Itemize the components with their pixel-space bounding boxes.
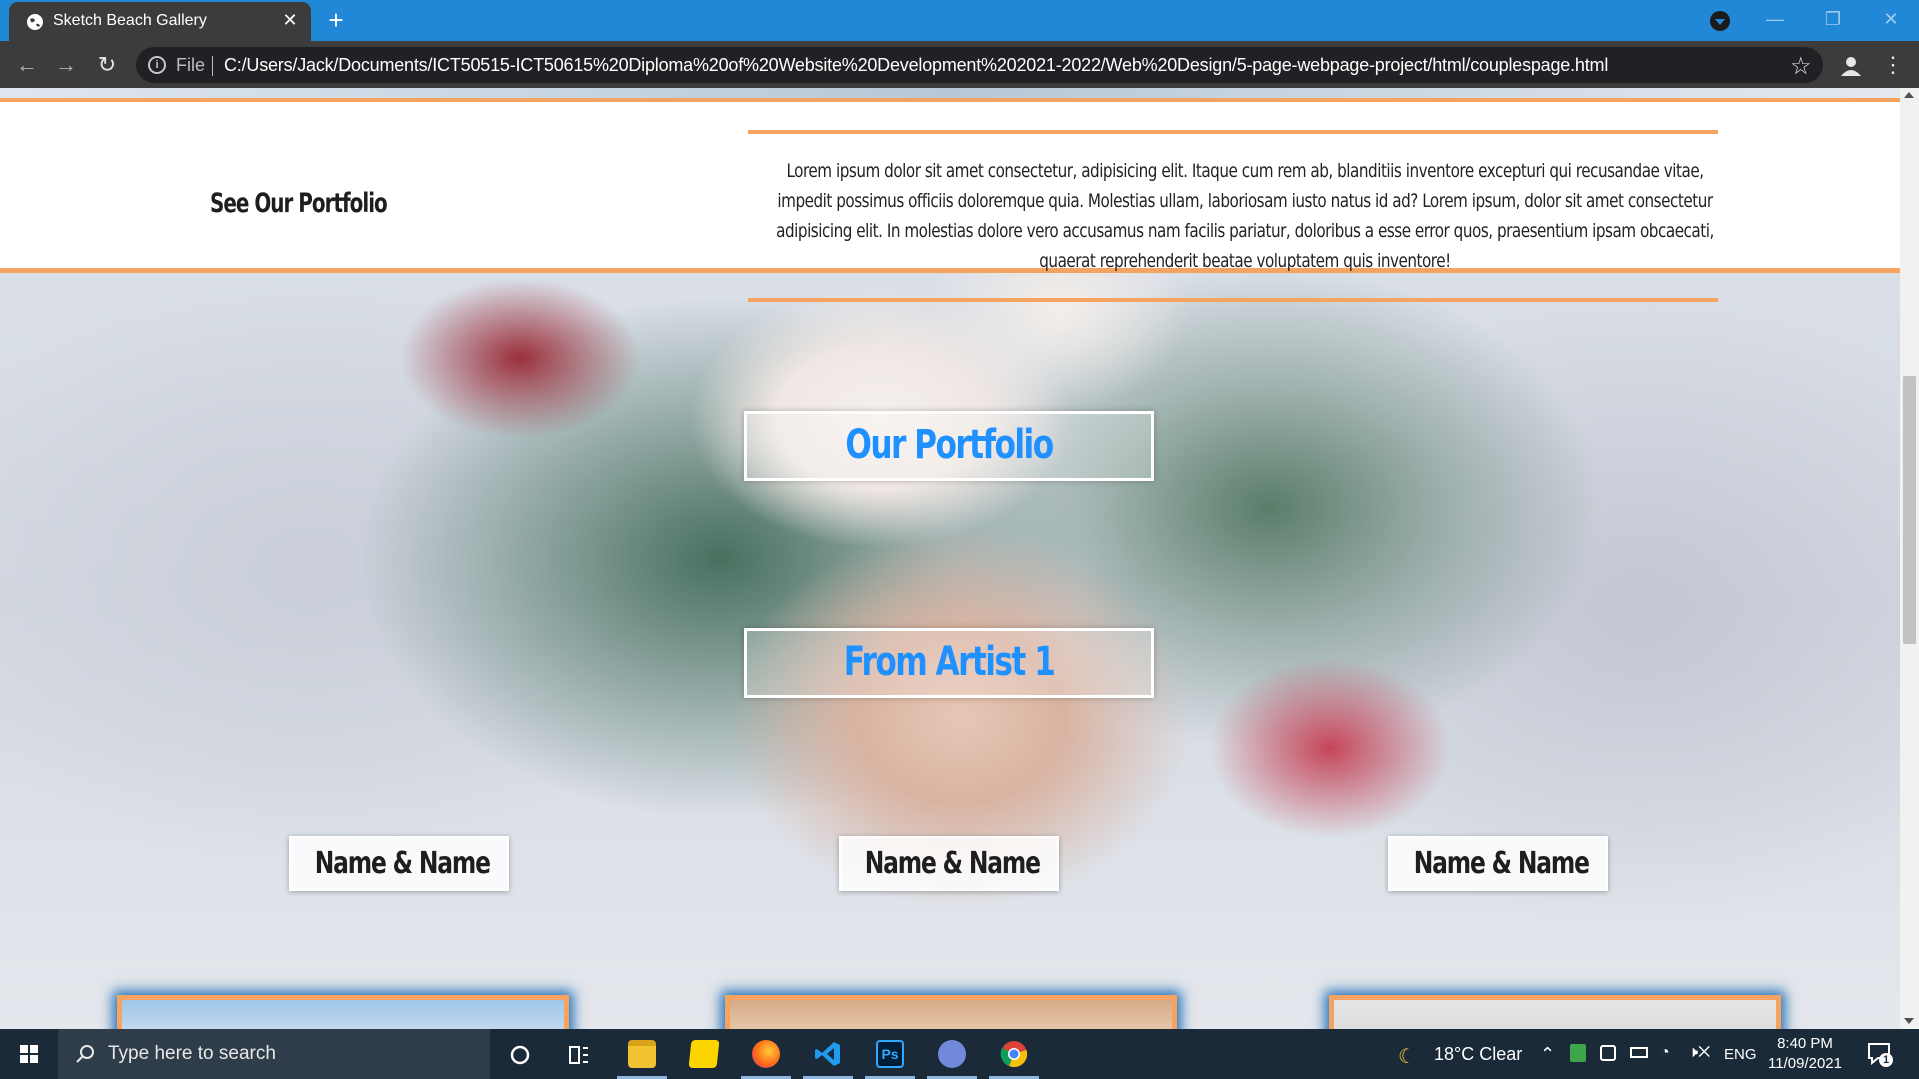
chrome-icon[interactable] (985, 1029, 1043, 1079)
screen: Sketch Beach Gallery ✕ + — ❐ ✕ ← → ↻ i F… (0, 0, 1919, 1079)
sticky-glyph (688, 1040, 720, 1068)
url-text[interactable]: C:/Users/Jack/Documents/ICT50515-ICT5061… (224, 55, 1608, 76)
file-label: File (176, 55, 206, 75)
close-icon[interactable]: ✕ (279, 9, 301, 31)
cortana-icon[interactable] (490, 1029, 548, 1079)
address-bar[interactable]: i File C:/Users/Jack/Documents/ICT50515-… (136, 47, 1823, 83)
language-indicator[interactable]: ENG (1724, 1046, 1757, 1063)
kebab-menu-icon[interactable]: ⋮ (1882, 51, 1904, 79)
folder-glyph (628, 1040, 656, 1068)
scroll-down-arrow-icon[interactable] (1904, 1018, 1914, 1024)
globe-favicon-icon (27, 14, 43, 30)
omnibox-separator (212, 56, 213, 76)
artist-heading: From Artist 1 (843, 639, 1056, 685)
firefox-icon[interactable] (737, 1029, 795, 1079)
reload-icon[interactable]: ↻ (92, 50, 122, 80)
device-icon[interactable] (1600, 1045, 1616, 1061)
portfolio-image-card[interactable] (117, 995, 569, 1029)
windows-taskbar: Type here to search Ps ☾ 18°C Clear ⌃ ◔ … (0, 1029, 1919, 1079)
battery-icon[interactable] (1630, 1047, 1648, 1058)
tray-app-icon[interactable] (1570, 1044, 1586, 1062)
portfolio-heading-box: Our Portfolio (744, 411, 1154, 481)
portfolio-image-card[interactable] (1329, 995, 1781, 1029)
page-viewport: See Our Portfolio Lorem ipsum dolor sit … (0, 88, 1900, 1029)
intro-text-box: Lorem ipsum dolor sit amet consectetur, … (748, 130, 1718, 302)
couple-name-label: Name & Name (1388, 836, 1608, 891)
scroll-up-arrow-icon[interactable] (1904, 92, 1914, 98)
clock[interactable]: 8:40 PM 11/09/2021 (1760, 1034, 1850, 1074)
new-tab-button[interactable]: + (322, 7, 350, 35)
chevron-up-icon[interactable]: ⌃ (1540, 1044, 1555, 1065)
ps-glyph: Ps (876, 1040, 904, 1068)
tab-search-icon[interactable] (1710, 11, 1730, 31)
back-arrow-icon[interactable]: ← (12, 50, 42, 80)
account-icon[interactable] (1838, 53, 1864, 79)
forward-arrow-icon[interactable]: → (51, 50, 81, 80)
window-close-button[interactable]: ✕ (1868, 4, 1914, 34)
couple-name-label: Name & Name (289, 836, 509, 891)
tab-title: Sketch Beach Gallery (53, 12, 207, 29)
search-placeholder: Type here to search (108, 1043, 276, 1064)
previous-section-strip (0, 88, 1900, 98)
portfolio-heading: Our Portfolio (845, 422, 1054, 468)
intro-text: Lorem ipsum dolor sit amet consectetur, … (776, 160, 1714, 272)
scroll-thumb[interactable] (1903, 376, 1916, 644)
network-icon[interactable]: ◔ (1660, 1044, 1670, 1062)
notification-count: 1 (1879, 1053, 1893, 1067)
couple-name: Name & Name (1413, 846, 1590, 881)
moon-weather-icon: ☾ (1398, 1046, 1416, 1068)
file-explorer-icon[interactable] (613, 1029, 671, 1079)
artist-heading-box: From Artist 1 (744, 628, 1154, 698)
couple-name: Name & Name (864, 846, 1041, 881)
browser-tab[interactable]: Sketch Beach Gallery ✕ (9, 2, 311, 41)
info-icon[interactable]: i (148, 56, 166, 74)
star-icon[interactable]: ☆ (1790, 52, 1812, 81)
weather-text[interactable]: 18°C Clear (1434, 1044, 1522, 1065)
page-scrollbar[interactable] (1900, 88, 1919, 1029)
vscode-icon[interactable] (799, 1029, 857, 1079)
clock-date: 11/09/2021 (1768, 1055, 1842, 1072)
portfolio-intro-section: See Our Portfolio Lorem ipsum dolor sit … (0, 98, 1900, 302)
start-button[interactable] (0, 1029, 58, 1079)
restore-button[interactable]: ❐ (1810, 4, 1856, 34)
minimize-button[interactable]: — (1752, 4, 1798, 34)
browser-tabstrip: Sketch Beach Gallery ✕ + — ❐ ✕ (0, 0, 1919, 41)
portfolio-image-card[interactable] (725, 995, 1177, 1029)
volume-muted-icon[interactable]: 🕨✕ (1688, 1044, 1710, 1062)
intro-heading: See Our Portfolio (210, 188, 388, 219)
search-icon (76, 1045, 94, 1063)
browser-toolbar: ← → ↻ i File C:/Users/Jack/Documents/ICT… (0, 41, 1919, 88)
windows-logo-icon (20, 1045, 39, 1064)
couple-name-label: Name & Name (839, 836, 1059, 891)
discord-glyph (938, 1040, 966, 1068)
couple-name: Name & Name (314, 846, 491, 881)
firefox-glyph (752, 1040, 780, 1068)
sticky-notes-icon[interactable] (675, 1029, 733, 1079)
discord-icon[interactable] (923, 1029, 981, 1079)
taskbar-search-box[interactable]: Type here to search (58, 1029, 490, 1079)
notification-icon[interactable]: 1 (1866, 1040, 1894, 1068)
task-view-icon[interactable] (550, 1029, 608, 1079)
photoshop-icon[interactable]: Ps (861, 1029, 919, 1079)
clock-time: 8:40 PM (1777, 1035, 1833, 1052)
